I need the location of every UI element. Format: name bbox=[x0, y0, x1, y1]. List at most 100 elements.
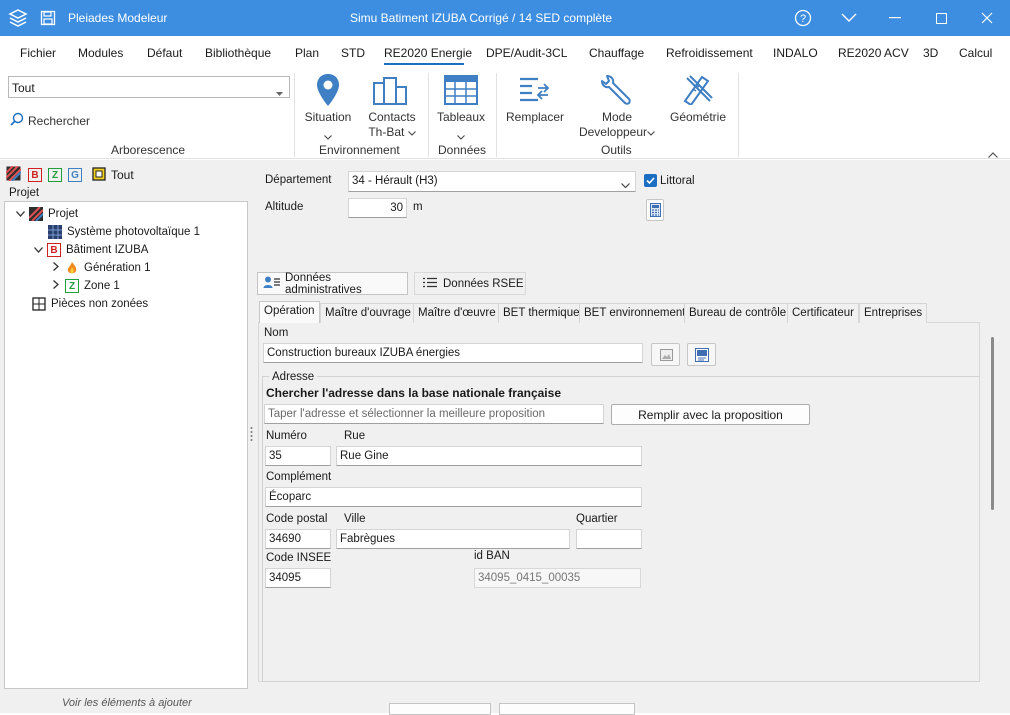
image-icon bbox=[660, 349, 673, 364]
complement-label: Complément bbox=[266, 471, 332, 483]
bottom-button[interactable] bbox=[389, 703, 491, 715]
collapse-ribbon-icon[interactable] bbox=[988, 147, 998, 161]
menu-defaut[interactable]: Défaut bbox=[147, 46, 182, 60]
altitude-label: Altitude bbox=[265, 201, 304, 213]
zone-filter-button[interactable]: Z bbox=[48, 168, 62, 182]
add-elements-hint[interactable]: Voir les éléments à ajouter bbox=[62, 697, 192, 709]
subtab-maitre-oeuvre[interactable]: Maître d'œuvre bbox=[413, 303, 501, 323]
search-button[interactable]: Rechercher bbox=[10, 112, 90, 129]
project-tree[interactable]: Projet Système photovoltaïque 1 B Bâtime… bbox=[4, 201, 248, 689]
buildings-icon bbox=[372, 75, 408, 108]
code-postal-input[interactable]: 34690 bbox=[265, 529, 331, 549]
address-search-input[interactable]: Taper l'adresse et sélectionner la meill… bbox=[264, 404, 604, 424]
menu-bibliotheque[interactable]: Bibliothèque bbox=[205, 46, 271, 60]
close-button[interactable] bbox=[964, 0, 1010, 36]
menu-refroidissement[interactable]: Refroidissement bbox=[666, 46, 753, 60]
chevron-down-icon[interactable] bbox=[32, 245, 44, 256]
building-filter-button[interactable]: B bbox=[28, 168, 42, 182]
code-postal-label: Code postal bbox=[266, 513, 328, 525]
tableaux-button[interactable]: Tableaux bbox=[434, 71, 488, 141]
numero-input[interactable]: 35 bbox=[265, 446, 331, 466]
help-icon[interactable]: ? bbox=[780, 0, 826, 36]
subtab-operation[interactable]: Opération bbox=[259, 301, 320, 323]
bottom-button[interactable] bbox=[499, 703, 635, 715]
group-donnees: Données bbox=[438, 143, 487, 157]
menu-re2020-energie[interactable]: RE2020 Energie bbox=[384, 46, 472, 60]
chevron-down-icon bbox=[621, 179, 630, 191]
image-button[interactable] bbox=[651, 343, 680, 366]
menu-re2020-acv[interactable]: RE2020 ACV bbox=[838, 46, 909, 60]
save-icon[interactable] bbox=[40, 10, 56, 29]
filter-combobox[interactable]: Tout bbox=[8, 76, 290, 98]
ville-input[interactable]: Fabrègues bbox=[336, 529, 570, 549]
subtab-entreprises[interactable]: Entreprises bbox=[859, 303, 928, 323]
all-filter-icon[interactable] bbox=[92, 166, 106, 184]
wrench-icon bbox=[601, 73, 633, 108]
drafting-tools-icon bbox=[682, 73, 714, 108]
tree-item-generation[interactable]: Génération 1 bbox=[50, 259, 151, 277]
departement-select[interactable]: 34 - Hérault (H3) bbox=[348, 171, 636, 192]
quartier-input[interactable] bbox=[576, 529, 642, 549]
code-insee-input[interactable]: 34095 bbox=[265, 568, 331, 588]
subtab-maitre-ouvrage[interactable]: Maître d'ouvrage bbox=[320, 303, 416, 323]
chevron-right-icon[interactable] bbox=[50, 280, 62, 292]
fill-proposition-button[interactable]: Remplir avec la proposition bbox=[611, 404, 810, 425]
situation-label: Situation bbox=[304, 110, 352, 124]
maximize-button[interactable] bbox=[918, 0, 964, 36]
import-image-button[interactable] bbox=[687, 343, 716, 366]
littoral-checkbox[interactable] bbox=[644, 174, 657, 187]
calculator-button[interactable] bbox=[646, 199, 664, 221]
tree-item-batiment[interactable]: B Bâtiment IZUBA bbox=[32, 241, 148, 259]
tree-item-photovoltaique[interactable]: Système photovoltaïque 1 bbox=[48, 223, 200, 241]
tab-donnees-administratives[interactable]: Données administratives bbox=[257, 272, 408, 296]
tree-item-projet[interactable]: Projet bbox=[14, 205, 78, 223]
menu-std[interactable]: STD bbox=[341, 46, 365, 60]
geometrie-button[interactable]: Géométrie bbox=[666, 71, 730, 141]
geometrie-label: Géométrie bbox=[669, 110, 727, 124]
tree-item-zone[interactable]: Z Zone 1 bbox=[50, 277, 120, 295]
subtab-certificateur[interactable]: Certificateur bbox=[787, 303, 859, 323]
app-layers-icon[interactable] bbox=[8, 8, 28, 31]
nom-input[interactable]: Construction bureaux IZUBA énergies bbox=[263, 343, 643, 363]
menu-indalo[interactable]: INDALO bbox=[773, 46, 818, 60]
generation-filter-button[interactable]: G bbox=[68, 168, 82, 182]
menu-dpe-audit[interactable]: DPE/Audit-3CL bbox=[486, 46, 567, 60]
chevron-down-icon[interactable] bbox=[826, 0, 872, 36]
rue-input[interactable]: Rue Gine bbox=[336, 446, 642, 466]
th-bat-label: Th-Bat bbox=[364, 125, 420, 139]
contacts-th-bat-button[interactable]: Contacts Th-Bat bbox=[364, 71, 420, 141]
chevron-down-icon bbox=[324, 129, 332, 143]
project-filter-icon[interactable] bbox=[5, 165, 22, 184]
menu-calcul[interactable]: Calcul bbox=[959, 46, 992, 60]
calculator-icon bbox=[650, 203, 661, 220]
subtab-bureau-controle[interactable]: Bureau de contrôle bbox=[684, 303, 792, 323]
complement-input[interactable]: Écoparc bbox=[265, 487, 642, 507]
tab-donnees-rsee[interactable]: Données RSEE bbox=[414, 272, 526, 295]
all-filter-label[interactable]: Tout bbox=[111, 168, 134, 182]
subtab-bet-thermique[interactable]: BET thermique bbox=[498, 303, 585, 323]
menu-3d[interactable]: 3D bbox=[923, 46, 938, 60]
chevron-down-icon[interactable] bbox=[14, 209, 26, 220]
contacts-label: Contacts bbox=[368, 110, 416, 124]
adresse-group-label: Adresse bbox=[269, 371, 318, 383]
chevron-down-icon bbox=[457, 129, 465, 143]
document-icon bbox=[695, 348, 709, 365]
situation-button[interactable]: Situation bbox=[302, 71, 354, 141]
tree-item-pieces-non-zonees[interactable]: Pièces non zonées bbox=[32, 295, 148, 313]
subtab-bet-environnement[interactable]: BET environnement bbox=[579, 303, 691, 323]
minimize-button[interactable] bbox=[872, 0, 918, 36]
menu-fichier[interactable]: Fichier bbox=[20, 46, 56, 60]
menu-plan[interactable]: Plan bbox=[295, 46, 319, 60]
remplacer-button[interactable]: Remplacer bbox=[502, 71, 568, 141]
altitude-input[interactable]: 30 bbox=[348, 198, 407, 218]
rooms-icon bbox=[32, 297, 46, 311]
littoral-label[interactable]: Littoral bbox=[660, 175, 695, 187]
menu-chauffage[interactable]: Chauffage bbox=[589, 46, 644, 60]
group-environnement: Environnement bbox=[319, 143, 400, 157]
app-name: Pleiades Modeleur bbox=[68, 11, 168, 25]
chevron-right-icon[interactable] bbox=[50, 262, 62, 274]
menu-modules[interactable]: Modules bbox=[78, 46, 123, 60]
address-search-heading: Chercher l'adresse dans la base national… bbox=[266, 386, 561, 400]
vertical-scrollbar-thumb[interactable] bbox=[991, 337, 994, 510]
mode-developpeur-button[interactable]: Mode Developpeur bbox=[576, 71, 658, 141]
